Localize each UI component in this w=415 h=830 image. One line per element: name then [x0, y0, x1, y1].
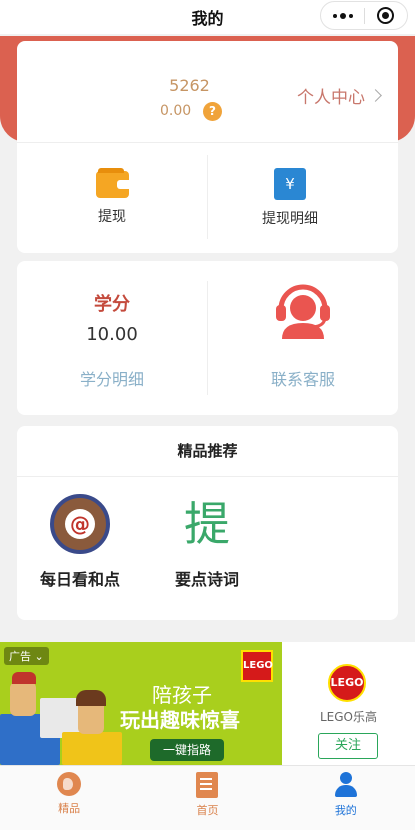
profile-center-label: 个人中心 [297, 88, 365, 108]
recommend-item-label: 要点诗词 [174, 570, 239, 589]
vertical-divider [207, 281, 208, 395]
lego-logo: LEGO [241, 650, 273, 682]
close-mini-program-icon[interactable] [365, 2, 407, 29]
ad-brand-panel: LEGO LEGO乐高 关注 [282, 642, 415, 765]
user-icon [334, 772, 358, 798]
document-icon [196, 772, 219, 798]
score-value: 10.00 [86, 324, 138, 345]
lego-figure-cap [12, 672, 36, 684]
yuan-receipt-icon: ¥ [274, 168, 306, 200]
mini-program-capsule [320, 1, 408, 30]
profile-center-link[interactable]: 个人中心 [297, 83, 382, 108]
ad-banner-image[interactable]: 广告 ⌄ LEGO 陪孩子 玩出趣味惊喜 一键指路 [0, 642, 282, 765]
recommend-item-poetry[interactable]: 提 要点诗词 [152, 494, 262, 590]
wallet-icon [95, 168, 129, 198]
help-icon[interactable]: ? [203, 102, 222, 121]
tab-label: 首页 [196, 804, 219, 817]
lego-figure-hair [76, 690, 106, 706]
score-title: 学分 [94, 294, 130, 315]
ad-brand-name: LEGO乐高 [319, 710, 377, 724]
withdraw-label: 提现 [98, 209, 126, 225]
recommend-card: 精品推荐 @ 每日看和点 提 要点诗词 [17, 426, 398, 620]
user-card: 5262 0.00 ? 个人中心 提现 ¥ 提现明细 [17, 41, 398, 253]
bottom-tab-bar: 精品 首页 我的 [0, 765, 415, 830]
points-value: 5262 [169, 76, 210, 95]
follow-button[interactable]: 关注 [318, 733, 378, 759]
globe-icon [57, 772, 82, 796]
customer-service-icon[interactable] [273, 281, 333, 339]
page-title: 我的 [191, 9, 224, 28]
recommend-item-label: 每日看和点 [39, 570, 120, 589]
tab-label: 精品 [58, 802, 81, 815]
poetry-icon: 提 [184, 497, 230, 551]
chevron-right-icon [369, 89, 382, 102]
score-detail-link[interactable]: 学分明细 [62, 366, 162, 390]
tab-home[interactable]: 首页 [138, 766, 276, 830]
contact-service-link[interactable]: 联系客服 [253, 366, 353, 390]
ad-subheadline: 玩出趣味惊喜 [120, 708, 240, 732]
lego-logo: LEGO [328, 664, 366, 702]
ad-tag[interactable]: 广告 ⌄ [4, 647, 49, 665]
withdraw-detail-button[interactable]: ¥ 提现明细 [230, 168, 350, 228]
top-nav-bar: 我的 [0, 0, 415, 34]
recommend-title: 精品推荐 [177, 442, 238, 460]
divider [17, 476, 398, 477]
balance-value: 0.00 [160, 103, 192, 119]
lego-figure [10, 682, 36, 716]
user-info-row: 5262 0.00 ? 个人中心 [17, 41, 398, 142]
lego-brick [62, 732, 122, 765]
advertisement[interactable]: 广告 ⌄ LEGO 陪孩子 玩出趣味惊喜 一键指路 LEGO LEGO乐高 关注 [0, 642, 415, 765]
daily-read-icon: @ [50, 494, 110, 554]
tab-mine[interactable]: 我的 [277, 766, 415, 830]
vertical-divider [207, 155, 208, 239]
withdraw-detail-label: 提现明细 [262, 211, 318, 227]
score-card: 学分 10.00 学分明细 联系客服 [17, 261, 398, 415]
more-options-icon[interactable] [321, 2, 364, 29]
withdraw-button[interactable]: 提现 [52, 168, 172, 226]
recommend-item-daily-read[interactable]: @ 每日看和点 [25, 494, 135, 590]
tab-featured[interactable]: 精品 [0, 766, 138, 830]
tab-label: 我的 [334, 804, 357, 817]
divider [17, 142, 398, 143]
ad-cta-button[interactable]: 一键指路 [150, 739, 224, 761]
